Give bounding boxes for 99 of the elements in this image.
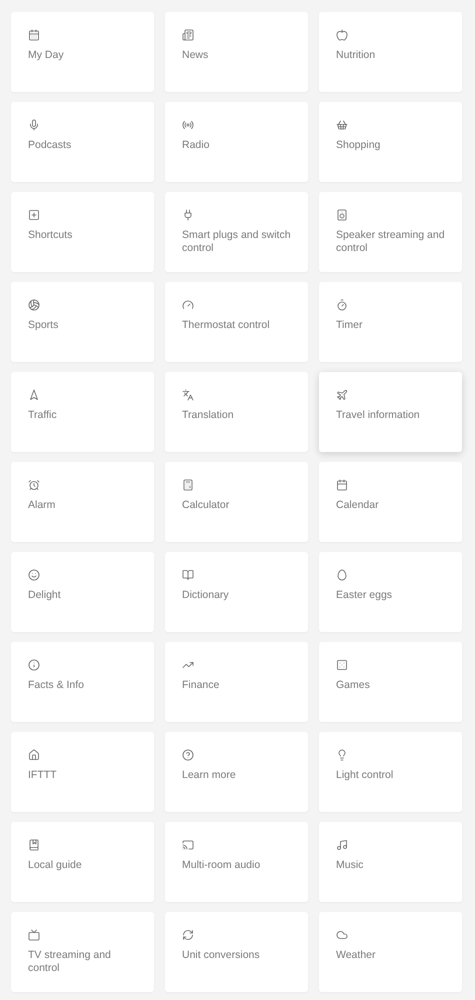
skill-card[interactable]: Dictionary	[165, 552, 308, 632]
skill-card[interactable]: My Day	[11, 12, 154, 92]
skill-label: Multi-room audio	[182, 859, 262, 872]
skill-card[interactable]: Nutrition	[319, 12, 462, 92]
skill-card[interactable]: IFTTT	[11, 732, 154, 812]
radio-icon	[182, 119, 194, 131]
plane-icon	[336, 389, 348, 401]
translate-icon	[182, 389, 194, 401]
skill-card[interactable]: Translation	[165, 372, 308, 452]
skill-label: Travel information	[336, 409, 421, 422]
skill-card[interactable]: Weather	[319, 912, 462, 992]
skill-card[interactable]: Facts & Info	[11, 642, 154, 722]
skill-label: Light control	[336, 769, 394, 782]
newspaper-icon	[182, 29, 194, 41]
skill-card[interactable]: Thermostat control	[165, 282, 308, 362]
skill-label: Games	[336, 679, 371, 692]
alarm-clock-icon	[28, 479, 40, 491]
skill-label: Music	[336, 859, 364, 872]
skill-card[interactable]: Local guide	[11, 822, 154, 902]
square-plus-icon	[28, 209, 40, 221]
navigation-icon	[28, 389, 40, 401]
skill-label: Traffic	[28, 409, 58, 422]
house-icon	[28, 749, 40, 761]
skill-card[interactable]: Podcasts	[11, 102, 154, 182]
skill-label: Podcasts	[28, 139, 72, 152]
skill-label: TV streaming and control	[28, 949, 112, 975]
egg-icon	[336, 569, 348, 581]
skill-label: Smart plugs and switch control	[182, 229, 292, 255]
skill-label: Unit conversions	[182, 949, 261, 962]
skill-card[interactable]: Sports	[11, 282, 154, 362]
gauge-icon	[182, 299, 194, 311]
bookmark-icon	[28, 839, 40, 851]
skill-label: Delight	[28, 589, 62, 602]
smiley-icon	[28, 569, 40, 581]
skill-label: Facts & Info	[28, 679, 86, 692]
lightbulb-icon	[336, 749, 348, 761]
book-icon	[182, 569, 194, 581]
skill-card[interactable]: Traffic	[11, 372, 154, 452]
tv-icon	[28, 929, 40, 941]
skill-card[interactable]: Unit conversions	[165, 912, 308, 992]
skill-card[interactable]: TV streaming and control	[11, 912, 154, 992]
skill-card[interactable]: Shortcuts	[11, 192, 154, 272]
skill-label: Translation	[182, 409, 235, 422]
dice-icon	[336, 659, 348, 671]
microphone-icon	[28, 119, 40, 131]
skill-label: IFTTT	[28, 769, 58, 782]
skill-label: Learn more	[182, 769, 237, 782]
skill-label: Radio	[182, 139, 210, 152]
skill-card[interactable]: Shopping	[319, 102, 462, 182]
skill-card[interactable]: Easter eggs	[319, 552, 462, 632]
skill-card[interactable]: News	[165, 12, 308, 92]
skill-card[interactable]: Smart plugs and switch control	[165, 192, 308, 272]
skill-card[interactable]: Games	[319, 642, 462, 722]
skill-card[interactable]: Alarm	[11, 462, 154, 542]
skill-label: Calculator	[182, 499, 230, 512]
skill-card[interactable]: Radio	[165, 102, 308, 182]
skill-label: Weather	[336, 949, 376, 962]
info-icon	[28, 659, 40, 671]
skill-label: Sports	[28, 319, 60, 332]
skill-card[interactable]: Calculator	[165, 462, 308, 542]
cast-icon	[182, 839, 194, 851]
skill-label: News	[182, 49, 210, 62]
calculator-icon	[182, 479, 194, 491]
skill-card[interactable]: Speaker streaming and control	[319, 192, 462, 272]
skill-label: Timer	[336, 319, 364, 332]
help-icon	[182, 749, 194, 761]
skill-label: Finance	[182, 679, 220, 692]
skill-card[interactable]: Finance	[165, 642, 308, 722]
skill-label: Local guide	[28, 859, 83, 872]
skill-card[interactable]: Learn more	[165, 732, 308, 812]
skill-label: Shopping	[336, 139, 382, 152]
music-icon	[336, 839, 348, 851]
skill-card[interactable]: Multi-room audio	[165, 822, 308, 902]
skill-label: Nutrition	[336, 49, 376, 62]
timer-icon	[336, 299, 348, 311]
skill-label: My Day	[28, 49, 65, 62]
skill-label: Easter eggs	[336, 589, 394, 602]
skill-card[interactable]: Calendar	[319, 462, 462, 542]
ball-icon	[28, 299, 40, 311]
skill-card[interactable]: Delight	[11, 552, 154, 632]
skill-label: Speaker streaming and control	[336, 229, 446, 255]
skill-label: Calendar	[336, 499, 380, 512]
skill-label: Alarm	[28, 499, 56, 512]
skill-card[interactable]: Timer	[319, 282, 462, 362]
calendar-icon	[336, 479, 348, 491]
apple-icon	[336, 29, 348, 41]
cloud-icon	[336, 929, 348, 941]
skill-label: Shortcuts	[28, 229, 74, 242]
chart-line-icon	[182, 659, 194, 671]
plug-icon	[182, 209, 194, 221]
speaker-icon	[336, 209, 348, 221]
skill-card[interactable]: Light control	[319, 732, 462, 812]
skill-label: Thermostat control	[182, 319, 271, 332]
basket-icon	[336, 119, 348, 131]
skill-card[interactable]: Music	[319, 822, 462, 902]
refresh-icon	[182, 929, 194, 941]
skill-card[interactable]: Travel information	[319, 372, 462, 452]
calendar-icon	[28, 29, 40, 41]
skill-label: Dictionary	[182, 589, 230, 602]
